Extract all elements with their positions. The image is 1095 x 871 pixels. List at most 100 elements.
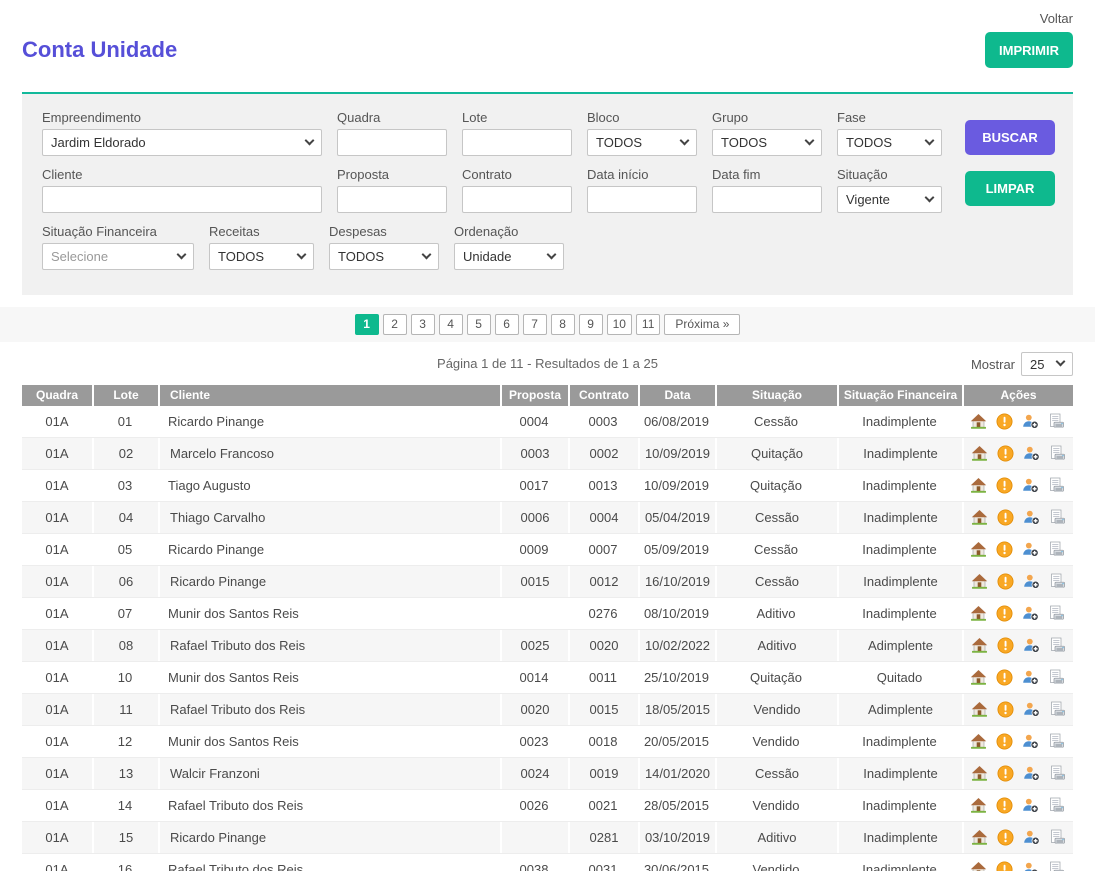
warning-icon[interactable] [996, 861, 1013, 871]
house-icon[interactable] [970, 477, 987, 494]
report-print-icon[interactable] [1049, 573, 1066, 590]
house-icon[interactable] [970, 413, 987, 430]
receitas-select[interactable]: TODOS [209, 243, 314, 270]
house-icon[interactable] [971, 829, 988, 846]
buscar-button[interactable]: BUSCAR [965, 120, 1055, 155]
warning-icon[interactable] [996, 669, 1013, 686]
report-print-icon[interactable] [1049, 509, 1066, 526]
report-print-icon[interactable] [1048, 733, 1065, 750]
page-button-6[interactable]: 6 [495, 314, 519, 335]
report-print-icon[interactable] [1048, 541, 1065, 558]
grupo-select[interactable]: TODOS [712, 129, 822, 156]
house-icon[interactable] [970, 797, 987, 814]
data-fim-input[interactable] [712, 186, 822, 213]
warning-icon[interactable] [996, 797, 1013, 814]
warning-icon[interactable] [997, 765, 1014, 782]
add-person-icon[interactable] [1022, 541, 1039, 558]
warning-icon[interactable] [997, 509, 1014, 526]
fase-select[interactable]: TODOS [837, 129, 942, 156]
page-button-10[interactable]: 10 [607, 314, 632, 335]
add-person-icon[interactable] [1022, 477, 1039, 494]
lote-cell: 04 [92, 502, 158, 533]
add-person-icon[interactable] [1023, 573, 1040, 590]
page-button-3[interactable]: 3 [411, 314, 435, 335]
house-icon[interactable] [971, 573, 988, 590]
warning-icon[interactable] [996, 541, 1013, 558]
house-icon[interactable] [970, 669, 987, 686]
house-icon[interactable] [970, 733, 987, 750]
proposta-field: Proposta [337, 167, 447, 213]
house-icon[interactable] [971, 701, 988, 718]
warning-icon[interactable] [996, 605, 1013, 622]
report-print-icon[interactable] [1049, 637, 1066, 654]
header-row: Conta Unidade IMPRIMIR [22, 32, 1073, 68]
add-person-icon[interactable] [1022, 733, 1039, 750]
warning-icon[interactable] [997, 829, 1014, 846]
page-button-2[interactable]: 2 [383, 314, 407, 335]
report-print-icon[interactable] [1049, 445, 1066, 462]
table-row: 01A05Ricardo Pinange0009000705/09/2019Ce… [22, 534, 1073, 566]
situacao_financeira-cell: Inadimplente [837, 470, 962, 501]
house-icon[interactable] [971, 765, 988, 782]
page-button-8[interactable]: 8 [551, 314, 575, 335]
warning-icon[interactable] [997, 701, 1014, 718]
cliente-input[interactable] [42, 186, 322, 213]
house-icon[interactable] [970, 605, 987, 622]
empreendimento-select[interactable]: Jardim Eldorado [42, 129, 322, 156]
ordenacao-select[interactable]: Unidade [454, 243, 564, 270]
pagination: 1234567891011Próxima » [0, 307, 1095, 342]
add-person-icon[interactable] [1022, 861, 1039, 871]
warning-icon[interactable] [996, 413, 1013, 430]
page-button-4[interactable]: 4 [439, 314, 463, 335]
situacao-financeira-select[interactable]: Selecione [42, 243, 194, 270]
page-button-7[interactable]: 7 [523, 314, 547, 335]
back-link[interactable]: Voltar [1040, 11, 1073, 26]
add-person-icon[interactable] [1023, 765, 1040, 782]
report-print-icon[interactable] [1049, 829, 1066, 846]
report-print-icon[interactable] [1048, 669, 1065, 686]
warning-icon[interactable] [996, 733, 1013, 750]
warning-icon[interactable] [997, 573, 1014, 590]
print-button[interactable]: IMPRIMIR [985, 32, 1073, 68]
proposta-input[interactable] [337, 186, 447, 213]
house-icon[interactable] [971, 445, 988, 462]
page-button-11[interactable]: 11 [636, 314, 660, 335]
report-print-icon[interactable] [1048, 797, 1065, 814]
warning-icon[interactable] [997, 445, 1014, 462]
despesas-select[interactable]: TODOS [329, 243, 439, 270]
page-button-5[interactable]: 5 [467, 314, 491, 335]
add-person-icon[interactable] [1023, 637, 1040, 654]
data-inicio-input[interactable] [587, 186, 697, 213]
page-size-select[interactable]: 25 [1021, 352, 1073, 376]
lote-input[interactable] [462, 129, 572, 156]
add-person-icon[interactable] [1022, 669, 1039, 686]
report-print-icon[interactable] [1048, 477, 1065, 494]
add-person-icon[interactable] [1023, 701, 1040, 718]
report-print-icon[interactable] [1049, 765, 1066, 782]
add-person-icon[interactable] [1022, 413, 1039, 430]
limpar-button[interactable]: LIMPAR [965, 171, 1055, 206]
house-icon[interactable] [970, 541, 987, 558]
house-icon[interactable] [971, 637, 988, 654]
house-icon[interactable] [971, 509, 988, 526]
page-button-1[interactable]: 1 [355, 314, 379, 335]
add-person-icon[interactable] [1022, 605, 1039, 622]
add-person-icon[interactable] [1023, 829, 1040, 846]
report-print-icon[interactable] [1048, 413, 1065, 430]
report-print-icon[interactable] [1048, 861, 1065, 871]
add-person-icon[interactable] [1022, 797, 1039, 814]
add-person-icon[interactable] [1023, 445, 1040, 462]
next-page-button[interactable]: Próxima » [664, 314, 740, 335]
bloco-select[interactable]: TODOS [587, 129, 697, 156]
house-icon[interactable] [970, 861, 987, 871]
situacao-select[interactable]: Vigente [837, 186, 942, 213]
page-button-9[interactable]: 9 [579, 314, 603, 335]
warning-icon[interactable] [996, 477, 1013, 494]
contrato-input[interactable] [462, 186, 572, 213]
add-person-icon[interactable] [1023, 509, 1040, 526]
proposta-label: Proposta [337, 167, 447, 182]
report-print-icon[interactable] [1048, 605, 1065, 622]
quadra-input[interactable] [337, 129, 447, 156]
report-print-icon[interactable] [1049, 701, 1066, 718]
warning-icon[interactable] [997, 637, 1014, 654]
